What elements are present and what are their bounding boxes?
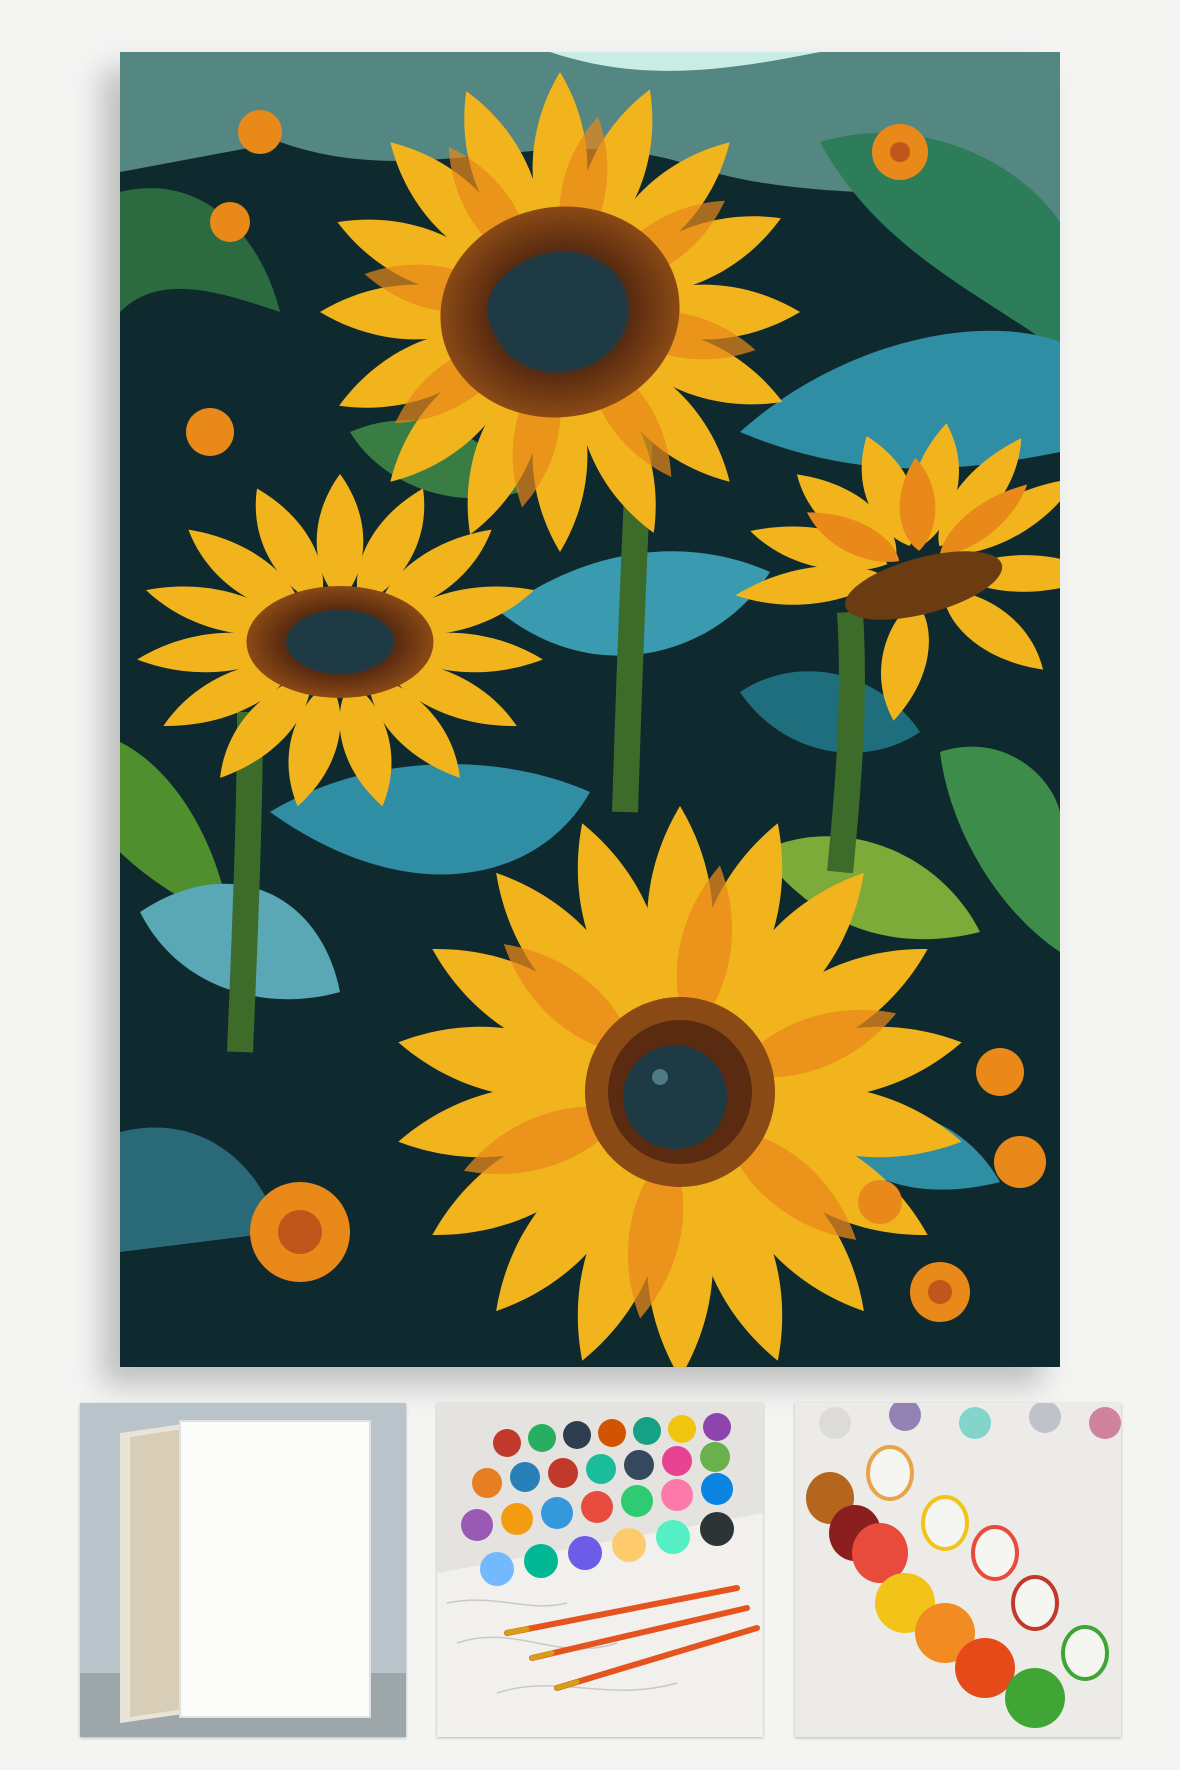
thumbnail-blank-canvas — [80, 1403, 406, 1737]
thumbnail-open-paint-pots — [795, 1403, 1121, 1737]
sunflower-artwork — [120, 52, 1060, 1367]
sunflower-painting — [120, 52, 1060, 1367]
product-image-collage — [0, 0, 1180, 1770]
sunflower-top — [320, 72, 800, 552]
thumbnail-paint-pots-brushes — [437, 1403, 763, 1737]
